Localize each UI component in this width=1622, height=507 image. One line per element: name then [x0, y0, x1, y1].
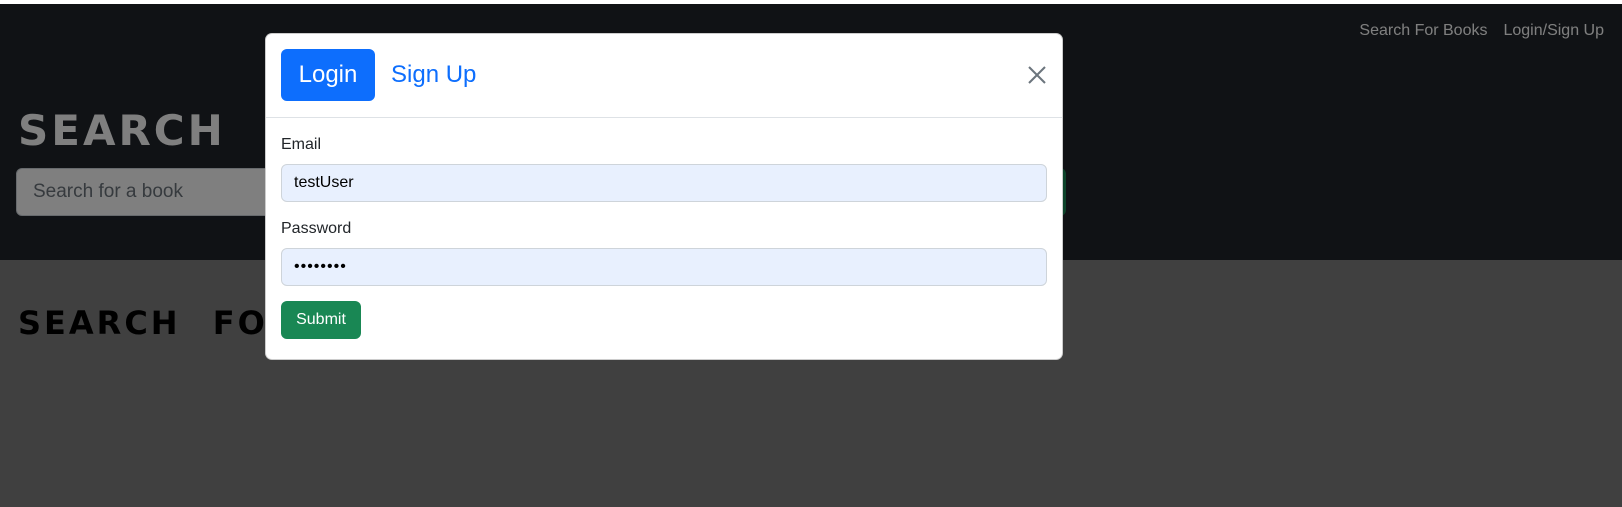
- modal-body: Email testUser Password •••••••• Submit: [281, 118, 1047, 359]
- modal-header: Login Sign Up: [266, 34, 1062, 118]
- close-button[interactable]: [1024, 62, 1050, 88]
- password-label: Password: [281, 220, 352, 237]
- login-modal: Login Sign Up Email testUser Password ••…: [265, 33, 1063, 360]
- close-icon: [1028, 66, 1046, 84]
- submit-button[interactable]: Submit: [281, 301, 361, 339]
- password-field[interactable]: ••••••••: [281, 248, 1047, 286]
- email-label: Email: [281, 136, 322, 153]
- tab-login[interactable]: Login: [281, 49, 375, 101]
- tab-signup[interactable]: Sign Up: [391, 49, 476, 101]
- email-field[interactable]: testUser: [281, 164, 1047, 202]
